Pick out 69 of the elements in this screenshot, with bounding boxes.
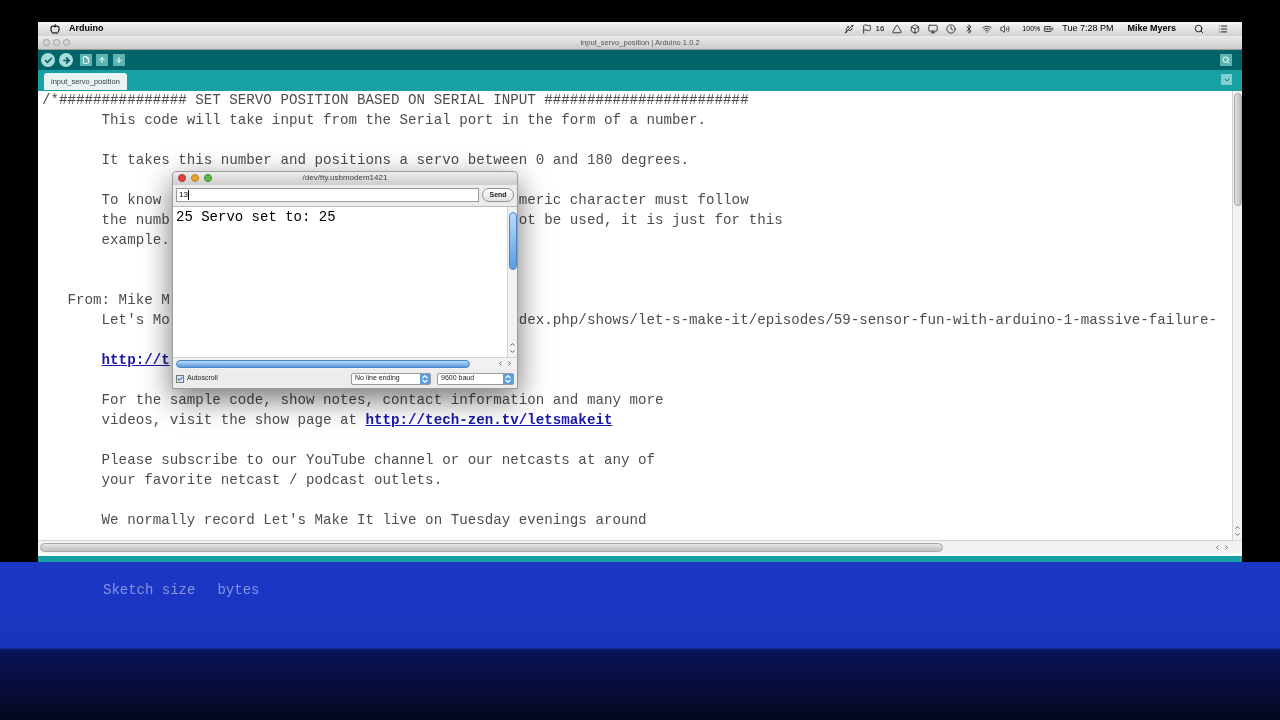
open-button[interactable] bbox=[96, 54, 108, 66]
code-text: This code will take input from the Serial port in the form of a number. bbox=[101, 111, 707, 131]
code-link[interactable]: http://tech-zen.tv/letsmakeit bbox=[365, 410, 613, 432]
check-icon bbox=[43, 55, 53, 65]
code-text: For the sample code, show notes, contact information and many more bbox=[101, 391, 664, 411]
list-icon[interactable] bbox=[1218, 24, 1228, 34]
stepper-icon bbox=[503, 373, 513, 384]
new-button[interactable] bbox=[80, 54, 92, 66]
scrollbar-thumb[interactable] bbox=[1233, 93, 1242, 206]
text-cursor-icon bbox=[187, 190, 189, 201]
app-menu[interactable]: Arduino bbox=[69, 22, 104, 36]
code-text: /*############### SET SERVO POSITION BASED ON SERIAL INPUT ######################## bbox=[42, 91, 749, 111]
input-field[interactable]: 13 bbox=[176, 188, 480, 203]
code-text: Please subscribe to our YouTube channel or our netcasts at any of bbox=[101, 451, 655, 471]
scrollbar-thumb[interactable] bbox=[176, 359, 470, 368]
minimize-button[interactable] bbox=[191, 174, 199, 183]
code-link[interactable]: http://t bbox=[101, 350, 170, 372]
code-text: the numb bbox=[101, 211, 170, 231]
vertical-scrollbar[interactable] bbox=[1232, 91, 1242, 540]
code-text: Let's Mo bbox=[101, 311, 170, 331]
serial-output-line: 25 Servo set to: 25 bbox=[176, 207, 336, 226]
close-button[interactable] bbox=[178, 174, 186, 183]
code-text: dex.php/shows/let-s-make-it/episodes/59-sensor-fun-with-arduino-1-massive-failure- bbox=[518, 311, 1217, 331]
stepper-icon bbox=[420, 373, 430, 384]
monitor-icon[interactable] bbox=[928, 24, 939, 34]
file-icon bbox=[82, 56, 90, 64]
code-text: We normally record Let's Make It live on Tuesday evenings around bbox=[101, 511, 647, 531]
upload-button[interactable] bbox=[59, 53, 73, 67]
arrow-up-icon bbox=[98, 56, 106, 64]
wifi-icon[interactable] bbox=[982, 24, 993, 34]
triangle-icon[interactable] bbox=[892, 24, 903, 34]
horizontal-scrollbar[interactable] bbox=[173, 357, 517, 370]
autoscroll-checkbox[interactable] bbox=[176, 374, 184, 383]
scrollbar-thumb[interactable] bbox=[508, 211, 517, 270]
console-text: bytes bbox=[217, 581, 260, 600]
box-icon[interactable] bbox=[910, 24, 921, 34]
code-text: To know bbox=[101, 191, 162, 211]
arrow-right-icon bbox=[61, 55, 71, 65]
user-name[interactable]: Mike Myers bbox=[1127, 22, 1176, 36]
clock-icon[interactable] bbox=[946, 24, 957, 34]
menu-clock[interactable]: Tue 7:28 PM bbox=[1062, 22, 1114, 36]
code-text: From: Mike M bbox=[67, 291, 170, 311]
tab-menu-button[interactable] bbox=[1221, 74, 1232, 85]
code-text: meric character must follow bbox=[518, 191, 749, 211]
arrow-down-icon bbox=[115, 56, 123, 64]
bluetooth-icon[interactable] bbox=[964, 24, 975, 34]
code-text: videos, visit the show page at bbox=[101, 411, 357, 431]
window-title: /dev/tty.usbmodem1421 bbox=[301, 172, 389, 185]
zoom-button[interactable] bbox=[204, 174, 212, 183]
speaker-icon[interactable] bbox=[1000, 24, 1011, 34]
save-button[interactable] bbox=[113, 54, 125, 66]
battery-icon[interactable] bbox=[1043, 24, 1055, 34]
vertical-scrollbar[interactable] bbox=[507, 206, 517, 358]
console-text: Sketch size bbox=[103, 581, 196, 600]
flag-icon[interactable] bbox=[862, 24, 873, 34]
search-icon[interactable] bbox=[1194, 24, 1204, 34]
status-count: 16 bbox=[875, 23, 885, 35]
verify-button[interactable] bbox=[41, 53, 55, 67]
code-text: It takes this number and positions a servo between 0 and 180 degrees. bbox=[101, 151, 690, 171]
checkmark-icon bbox=[177, 374, 183, 383]
usb-icon[interactable] bbox=[844, 24, 855, 34]
scrollbar-thumb[interactable] bbox=[40, 542, 943, 552]
code-text: ot be used, it is just for this bbox=[518, 211, 783, 231]
code-text: your favorite netcast / podcast outlets. bbox=[101, 471, 443, 491]
code-text: example. bbox=[101, 231, 170, 251]
serial-monitor-button[interactable] bbox=[1220, 54, 1232, 66]
horizontal-scrollbar[interactable] bbox=[38, 540, 1242, 553]
apple-icon[interactable] bbox=[50, 24, 60, 34]
search-icon bbox=[1222, 56, 1230, 64]
